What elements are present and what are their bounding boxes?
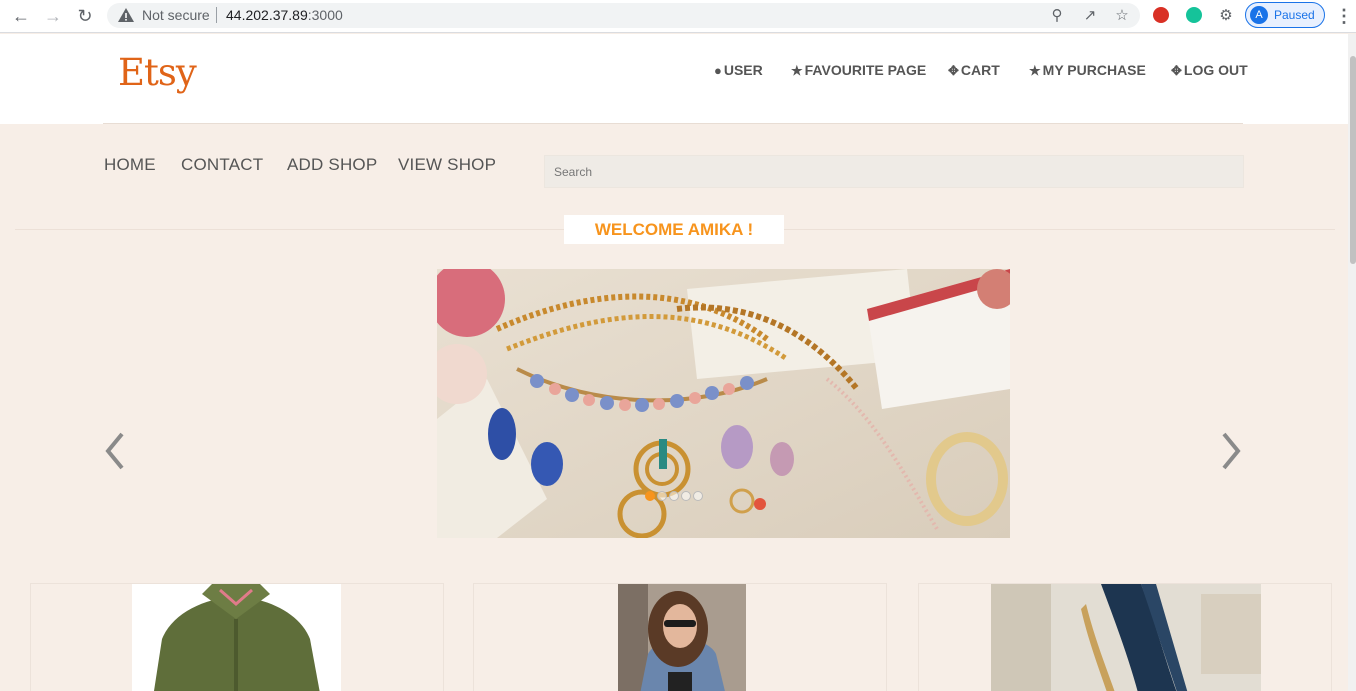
jewelry-photo bbox=[437, 269, 1010, 538]
nav-purchase-link[interactable]: ★ MY PURCHASE bbox=[1029, 62, 1146, 79]
crosshair-icon: ✥ bbox=[948, 63, 959, 78]
carousel-dot-3[interactable] bbox=[669, 491, 679, 501]
carousel-dot-4[interactable] bbox=[681, 491, 691, 501]
product-image[interactable] bbox=[618, 584, 746, 691]
product-card[interactable] bbox=[473, 583, 887, 691]
reload-icon[interactable]: ↻ bbox=[73, 5, 97, 27]
carousel-dot-1[interactable] bbox=[645, 491, 655, 501]
nav-add-shop[interactable]: ADD SHOP bbox=[287, 155, 377, 175]
profile-avatar: A bbox=[1250, 6, 1268, 24]
warning-icon bbox=[118, 8, 134, 22]
bookmark-star-icon[interactable]: ☆ bbox=[1111, 5, 1133, 27]
site-header: Etsy ● USER ★ FAVOURITE PAGE ✥ CART ★ MY PUR… bbox=[0, 34, 1348, 124]
url-text[interactable]: 44.202.37.89:3000 bbox=[226, 7, 343, 23]
nav-view-shop[interactable]: VIEW SHOP bbox=[398, 155, 496, 175]
key-icon[interactable]: ⚲ bbox=[1046, 5, 1068, 27]
star-icon: ★ bbox=[791, 63, 803, 78]
product-image[interactable] bbox=[132, 584, 341, 691]
nav-user-label: USER bbox=[723, 62, 763, 78]
url-port: :3000 bbox=[307, 7, 343, 23]
woman-denim-jacket-image bbox=[618, 584, 746, 691]
carousel-next-icon[interactable] bbox=[1216, 428, 1246, 474]
security-label[interactable]: Not secure bbox=[142, 7, 210, 23]
product-card[interactable] bbox=[918, 583, 1332, 691]
nav-logout-link[interactable]: ✥ LOG OUT bbox=[1171, 62, 1248, 79]
green-fleece-jacket-image bbox=[154, 584, 320, 691]
omnibox-separator bbox=[216, 7, 217, 23]
product-card[interactable] bbox=[30, 583, 444, 691]
nav-logout-label: LOG OUT bbox=[1183, 62, 1248, 78]
back-icon[interactable]: ← bbox=[9, 5, 33, 27]
nav-favourite-label: FAVOURITE PAGE bbox=[804, 62, 927, 78]
browser-menu-icon[interactable]: ⋮ bbox=[1335, 6, 1353, 26]
site-logo[interactable]: Etsy bbox=[118, 51, 197, 94]
extension-red-icon[interactable] bbox=[1153, 7, 1169, 23]
welcome-banner: WELCOME AMIKA ! bbox=[564, 215, 784, 244]
nav-user-link[interactable]: ● USER bbox=[714, 62, 763, 78]
header-divider bbox=[103, 123, 1243, 124]
nav-cart-label: CART bbox=[960, 62, 1000, 78]
crosshair-icon: ✥ bbox=[1171, 63, 1182, 78]
navy-high-heel-image bbox=[991, 584, 1261, 691]
profile-button[interactable]: A Paused bbox=[1245, 2, 1325, 28]
extensions-puzzle-icon[interactable]: ⚙ bbox=[1215, 5, 1237, 27]
carousel-dot-5[interactable] bbox=[693, 491, 703, 501]
share-icon[interactable]: ↗ bbox=[1079, 5, 1101, 27]
nav-contact[interactable]: CONTACT bbox=[181, 155, 263, 175]
url-host: 44.202.37.89 bbox=[226, 7, 308, 23]
nav-cart-link[interactable]: ✥ CART bbox=[948, 62, 1000, 79]
forward-icon[interactable]: → bbox=[41, 5, 65, 27]
nav-favourite-link[interactable]: ★ FAVOURITE PAGE bbox=[791, 62, 926, 79]
product-image[interactable] bbox=[991, 584, 1261, 691]
carousel-image bbox=[437, 269, 1010, 538]
nav-home[interactable]: HOME bbox=[104, 155, 156, 175]
nav-purchase-label: MY PURCHASE bbox=[1042, 62, 1146, 78]
search-input[interactable] bbox=[544, 155, 1244, 188]
star-icon: ★ bbox=[1029, 63, 1041, 78]
profile-status: Paused bbox=[1274, 8, 1315, 22]
carousel-dot-2[interactable] bbox=[657, 491, 667, 501]
grammarly-icon[interactable] bbox=[1186, 7, 1202, 23]
carousel-prev-icon[interactable] bbox=[100, 428, 130, 474]
page-scrollbar-thumb[interactable] bbox=[1350, 56, 1356, 264]
user-icon: ● bbox=[714, 63, 722, 78]
